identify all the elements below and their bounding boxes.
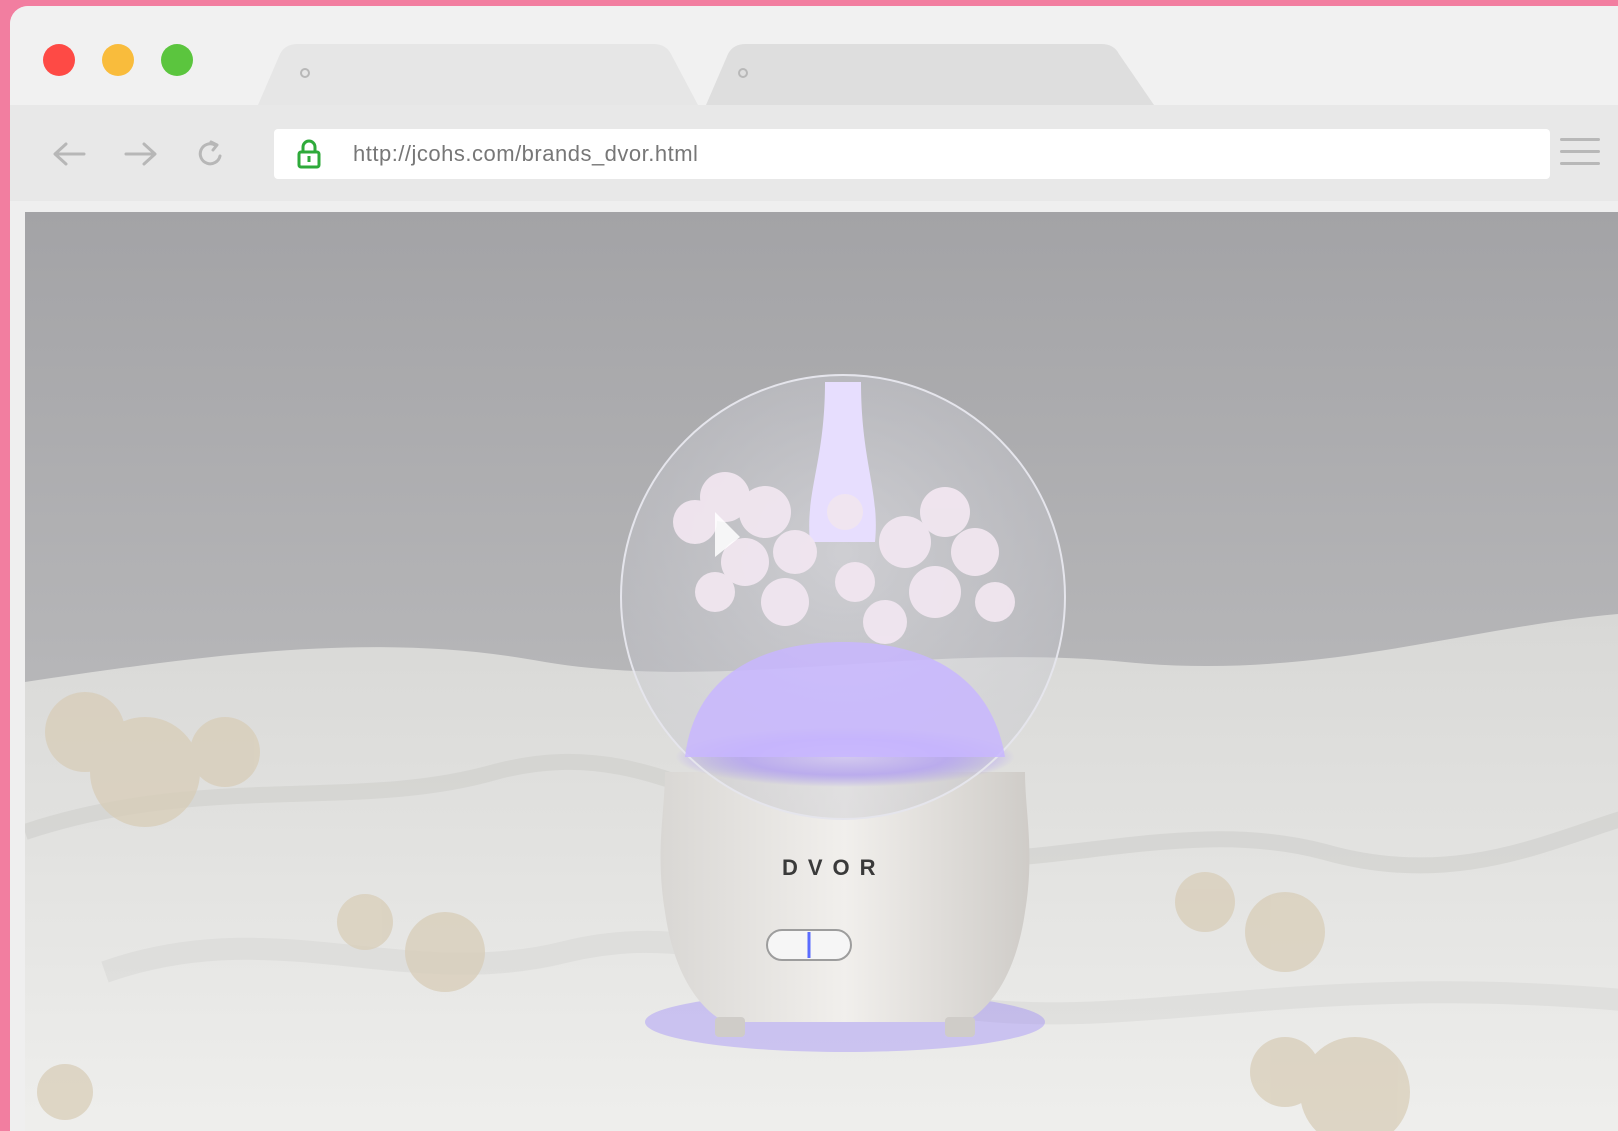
browser-toolbar: http://jcohs.com/brands_dvor.html: [10, 105, 1618, 201]
reload-icon: [198, 140, 222, 166]
tab-favicon-icon: [738, 68, 748, 78]
browser-tab-2[interactable]: [706, 42, 1166, 105]
title-bar: [10, 6, 1618, 105]
tab-favicon-icon: [300, 68, 310, 78]
minimize-window-button[interactable]: [102, 44, 134, 76]
back-button[interactable]: [46, 131, 92, 177]
forward-button[interactable]: [118, 131, 164, 177]
maximize-window-button[interactable]: [161, 44, 193, 76]
browser-window: http://jcohs.com/brands_dvor.html DVOR: [10, 6, 1618, 1131]
lock-icon: [297, 139, 321, 169]
arrow-right-icon: [124, 142, 157, 166]
product-brand-label: DVOR: [782, 855, 886, 880]
url-text[interactable]: http://jcohs.com/brands_dvor.html: [353, 141, 698, 167]
browser-tab-1[interactable]: [258, 42, 718, 105]
arrow-left-icon: [53, 142, 86, 166]
hamburger-menu-icon[interactable]: [1560, 138, 1600, 170]
page-content: DVOR: [25, 212, 1618, 1131]
address-bar[interactable]: http://jcohs.com/brands_dvor.html: [274, 129, 1550, 179]
reload-button[interactable]: [188, 131, 234, 177]
close-window-button[interactable]: [43, 44, 75, 76]
product-photo: [25, 212, 1618, 1131]
